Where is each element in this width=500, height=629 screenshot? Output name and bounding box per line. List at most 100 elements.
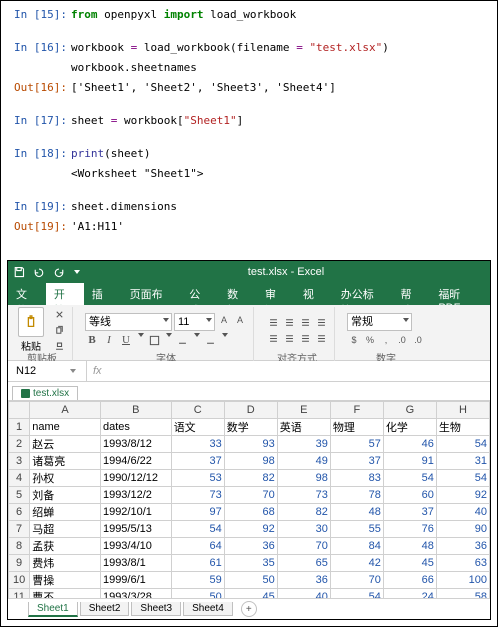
dec-dec-icon[interactable]: .0: [411, 333, 425, 347]
qat-caret-icon[interactable]: [74, 270, 80, 274]
cell[interactable]: 50: [171, 589, 224, 599]
cell[interactable]: 1990/12/12: [100, 470, 171, 487]
redo-icon[interactable]: [52, 265, 66, 279]
cell[interactable]: 53: [171, 470, 224, 487]
cell[interactable]: 孙权: [30, 470, 101, 487]
row-header[interactable]: 7: [9, 521, 30, 538]
cell[interactable]: 49: [277, 453, 330, 470]
cell[interactable]: 36: [277, 572, 330, 589]
fx-icon[interactable]: fx: [87, 365, 108, 377]
row-header[interactable]: 8: [9, 538, 30, 555]
cell[interactable]: 76: [383, 521, 436, 538]
column-header[interactable]: A: [30, 402, 101, 419]
align-icon[interactable]: [298, 315, 312, 329]
worksheet-grid[interactable]: ABCDEFGH1namedates语文数学英语物理化学生物2赵云1993/8/…: [8, 401, 490, 598]
cell[interactable]: 55: [330, 521, 383, 538]
cell[interactable]: 1993/8/1: [100, 555, 171, 572]
cell[interactable]: 40: [436, 504, 489, 521]
format-painter-icon[interactable]: [52, 339, 66, 353]
row-header[interactable]: 9: [9, 555, 30, 572]
cell[interactable]: 1992/10/1: [100, 504, 171, 521]
cell[interactable]: 生物: [436, 419, 489, 436]
cell[interactable]: 诸葛亮: [30, 453, 101, 470]
font-name-combo[interactable]: 等线: [85, 313, 172, 331]
cell[interactable]: 64: [171, 538, 224, 555]
sheet-tab[interactable]: Sheet3: [131, 602, 181, 616]
cell[interactable]: 33: [171, 436, 224, 453]
code-cell[interactable]: In [18]:print(sheet): [9, 146, 489, 162]
code-cell[interactable]: In [15]:from openpyxl import load_workbo…: [9, 7, 489, 23]
font-color-icon-caret[interactable]: [222, 333, 228, 337]
cell[interactable]: 物理: [330, 419, 383, 436]
underline-button[interactable]: U: [119, 333, 133, 347]
cell[interactable]: 1993/3/28: [100, 589, 171, 599]
row-header[interactable]: 5: [9, 487, 30, 504]
row-header[interactable]: 2: [9, 436, 30, 453]
row-header[interactable]: 10: [9, 572, 30, 589]
cell[interactable]: 82: [277, 504, 330, 521]
file-tab[interactable]: test.xlsx: [12, 386, 78, 400]
cut-icon[interactable]: [52, 307, 66, 321]
row-header[interactable]: 1: [9, 419, 30, 436]
code-cell[interactable]: workbook.sheetnames: [9, 60, 489, 76]
cell[interactable]: 92: [436, 487, 489, 504]
cell[interactable]: 曹操: [30, 572, 101, 589]
cell[interactable]: 54: [171, 521, 224, 538]
code-cell[interactable]: In [16]:workbook = load_workbook(filenam…: [9, 40, 489, 56]
cell[interactable]: 78: [330, 487, 383, 504]
cell[interactable]: 30: [277, 521, 330, 538]
cell[interactable]: 70: [224, 487, 277, 504]
cell[interactable]: 化学: [383, 419, 436, 436]
cell[interactable]: 54: [330, 589, 383, 599]
align-icon[interactable]: [282, 331, 296, 345]
cell[interactable]: 100: [436, 572, 489, 589]
comma-icon[interactable]: ,: [379, 333, 393, 347]
cell[interactable]: 70: [330, 572, 383, 589]
formula-input[interactable]: [108, 361, 490, 381]
cell[interactable]: 83: [330, 470, 383, 487]
cell[interactable]: 1999/6/1: [100, 572, 171, 589]
align-icon[interactable]: [314, 315, 328, 329]
cell[interactable]: 1993/4/10: [100, 538, 171, 555]
align-icon[interactable]: [298, 331, 312, 345]
column-header[interactable]: F: [330, 402, 383, 419]
cell[interactable]: 36: [224, 538, 277, 555]
row-header[interactable]: 6: [9, 504, 30, 521]
align-icon[interactable]: [314, 331, 328, 345]
cell[interactable]: 48: [330, 504, 383, 521]
ribbon-tab[interactable]: 办公标签: [333, 283, 393, 305]
column-header[interactable]: H: [436, 402, 489, 419]
cell[interactable]: 马超: [30, 521, 101, 538]
sheet-tab[interactable]: Sheet4: [183, 602, 233, 616]
ribbon-tab[interactable]: 插入: [84, 283, 122, 305]
cell[interactable]: 孟获: [30, 538, 101, 555]
cell[interactable]: 65: [277, 555, 330, 572]
cell[interactable]: 1993/12/2: [100, 487, 171, 504]
cell[interactable]: 31: [436, 453, 489, 470]
name-box-caret-icon[interactable]: [70, 369, 76, 373]
select-all-corner[interactable]: [9, 402, 30, 419]
cell[interactable]: 费炜: [30, 555, 101, 572]
cell[interactable]: 57: [330, 436, 383, 453]
cell[interactable]: 37: [171, 453, 224, 470]
column-header[interactable]: D: [224, 402, 277, 419]
cell[interactable]: 37: [383, 504, 436, 521]
cell[interactable]: 赵云: [30, 436, 101, 453]
fill-color-icon-caret[interactable]: [194, 333, 200, 337]
cell[interactable]: 语文: [171, 419, 224, 436]
ribbon-tab[interactable]: 视图: [295, 283, 333, 305]
sheet-tab[interactable]: Sheet1: [28, 602, 78, 617]
cell[interactable]: 58: [436, 589, 489, 599]
ribbon-tab[interactable]: 页面布局: [122, 283, 182, 305]
column-header[interactable]: G: [383, 402, 436, 419]
font-color-icon[interactable]: [203, 333, 217, 347]
shrink-font-icon[interactable]: A: [233, 313, 247, 327]
cell[interactable]: 45: [224, 589, 277, 599]
cell[interactable]: 50: [224, 572, 277, 589]
cell[interactable]: 70: [277, 538, 330, 555]
cell[interactable]: 37: [330, 453, 383, 470]
cell[interactable]: 1995/5/13: [100, 521, 171, 538]
ribbon-tab[interactable]: 文件: [8, 283, 46, 305]
percent-icon[interactable]: %: [363, 333, 377, 347]
cell[interactable]: 60: [383, 487, 436, 504]
